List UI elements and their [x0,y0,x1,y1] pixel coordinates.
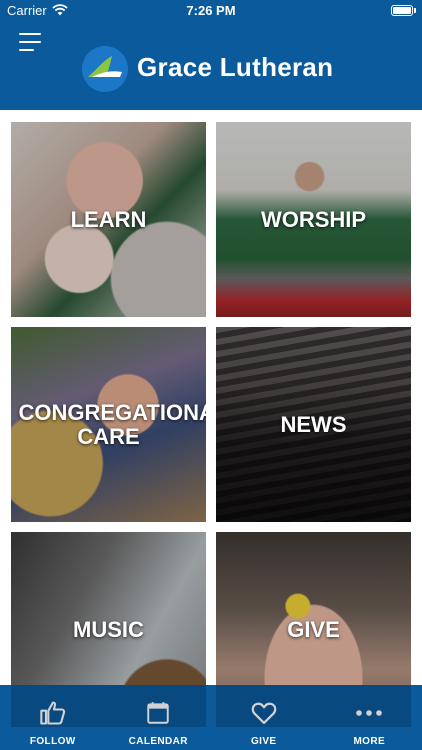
tile-worship[interactable]: WORSHIP [216,122,411,317]
tile-give[interactable]: GIVE [216,532,411,727]
tile-news[interactable]: NEWS [216,327,411,522]
tab-follow-label: FOLLOW [29,736,76,747]
tab-calendar-label: CALENDAR [128,736,188,747]
tab-give-label: GIVE [251,736,277,747]
status-bar: Carrier 7:26 PM [0,0,422,22]
clock: 7:26 PM [186,3,236,18]
tile-congregational-care[interactable]: CONGREGATIONAL CARE [11,327,206,522]
tile-music-label: MUSIC [73,616,144,642]
hamburger-menu-icon[interactable] [19,33,41,51]
tile-congregational-care-label: CONGREGATIONAL CARE [18,399,207,449]
app-title: Grace Lutheran [137,52,334,82]
tab-more-label: MORE [353,736,386,747]
tile-worship-label: WORSHIP [260,206,367,232]
grace-lutheran-logo [82,46,128,92]
tile-music[interactable]: MUSIC [11,532,206,727]
tile-news-label: NEWS [280,411,347,437]
tile-learn-label: LEARN [70,206,147,232]
app-header: Carrier 7:26 PM Grace Lutheran [0,0,422,110]
battery-icon [391,5,416,16]
tile-give-label: GIVE [287,616,340,642]
tile-learn[interactable]: LEARN [11,122,206,317]
